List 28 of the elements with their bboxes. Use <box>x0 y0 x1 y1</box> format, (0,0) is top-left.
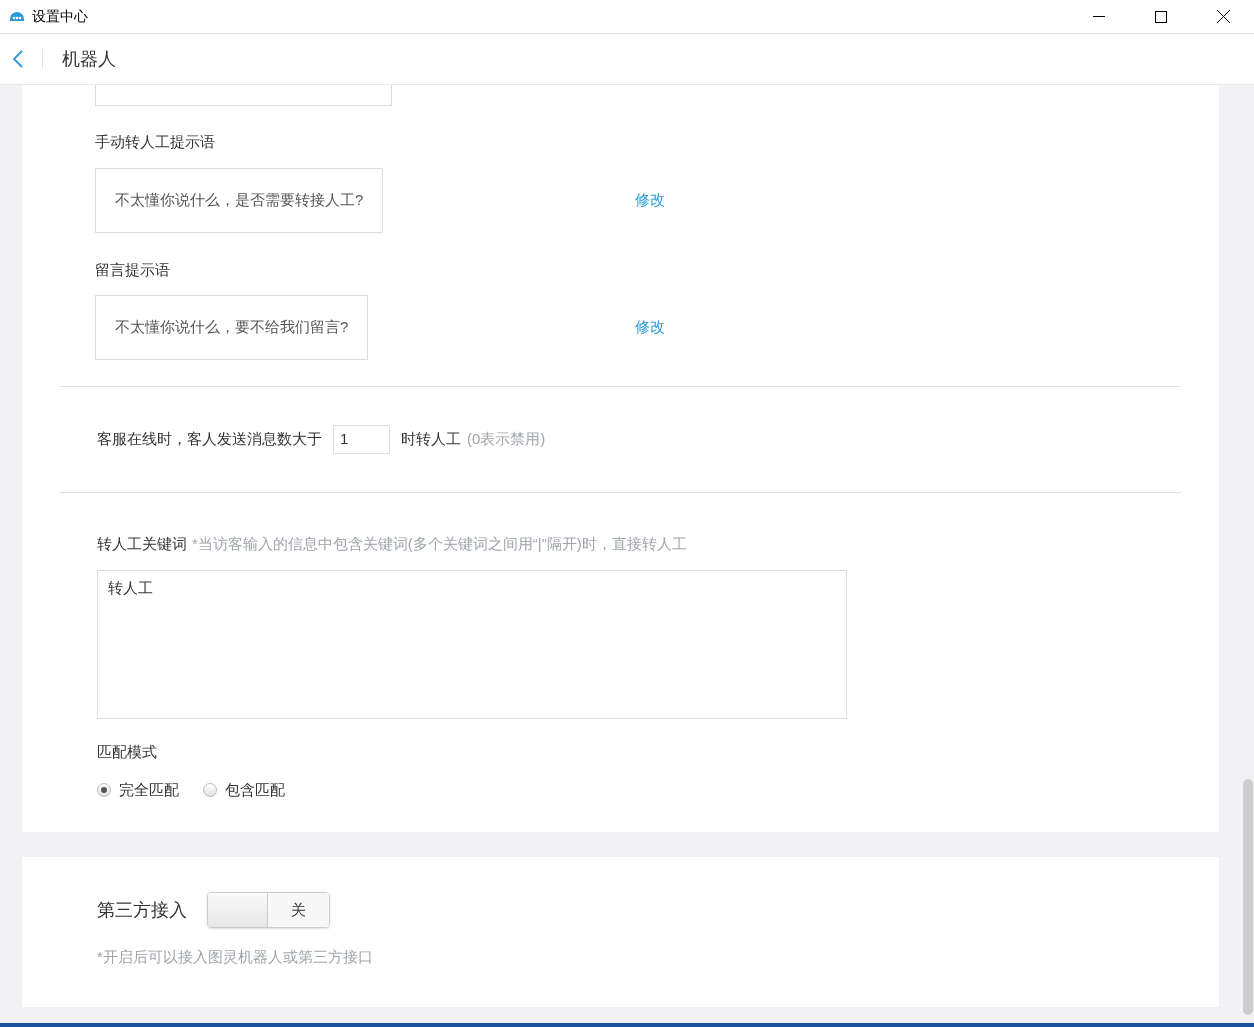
prompt-field[interactable]: 不太懂你说什么，要不给我们留言? <box>95 295 369 360</box>
rule-text: 客服在线时，客人发送消息数大于 <box>97 429 322 450</box>
section-label: 第三方接入 <box>97 898 187 922</box>
hint-text: *当访客输入的信息中包含关键词(多个关键词之间用“|”隔开)时，直接转人工 <box>192 535 687 552</box>
maximize-icon <box>1155 10 1167 23</box>
close-icon <box>1216 10 1230 23</box>
radio-button[interactable] <box>203 783 217 798</box>
radio-option[interactable]: 完全匹配 <box>97 779 179 802</box>
keywords-textarea[interactable]: 转人工 <box>97 569 847 719</box>
hint-text: *开启后可以接入图灵机器人或第三方接口 <box>97 947 374 967</box>
page-title: 机器人 <box>62 47 116 71</box>
section-label: 转人工关键词 <box>97 535 187 552</box>
window-title: 设置中心 <box>32 7 88 26</box>
app-logo-icon <box>8 9 26 24</box>
prompt-field[interactable]: 不太懂你说什么，是否需要转接人工? <box>95 167 384 233</box>
minimize-icon <box>1093 15 1105 18</box>
section-label: 留言提示语 <box>95 259 171 280</box>
count-field[interactable]: 1 <box>333 425 390 454</box>
radio-button[interactable] <box>97 783 111 798</box>
section-label: 匹配模式 <box>97 741 158 762</box>
toggle-switch[interactable]: 关 <box>207 892 330 928</box>
radio-option[interactable]: 包含匹配 <box>203 779 285 802</box>
rule-text: 时转人工 <box>401 429 461 450</box>
back-icon <box>13 50 23 68</box>
hint-text: (0表示禁用) <box>467 429 546 450</box>
section-label: 手动转人工提示语 <box>95 132 216 152</box>
back-button[interactable] <box>10 49 26 69</box>
scrollbar-thumb[interactable] <box>1243 779 1253 1015</box>
